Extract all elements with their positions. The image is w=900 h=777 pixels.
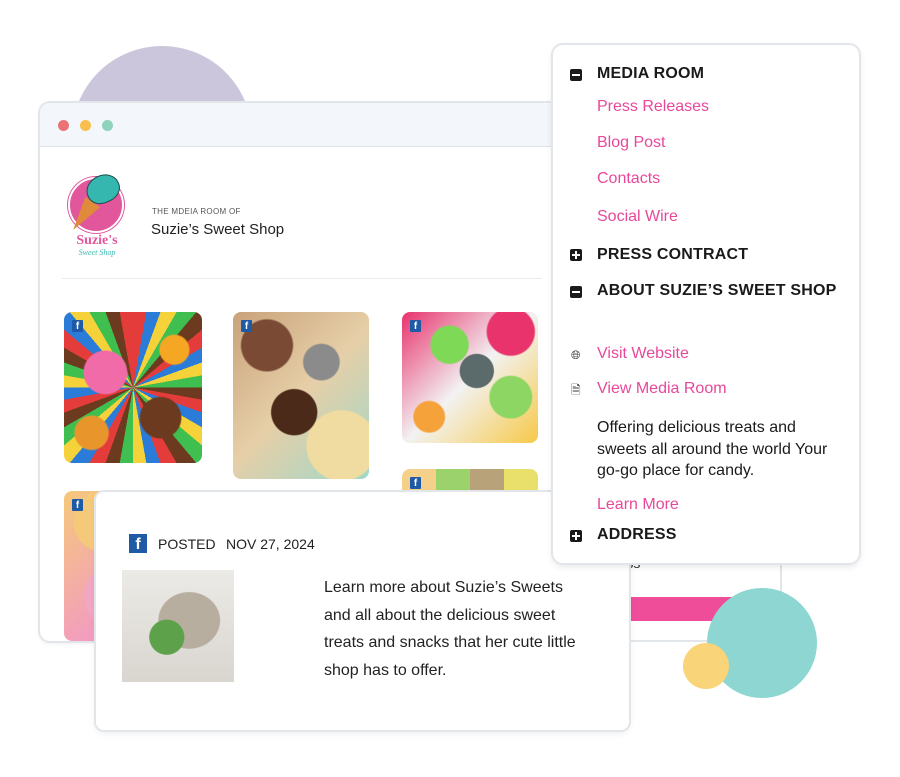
facebook-icon: f <box>129 534 147 553</box>
side-menu: MEDIA ROOM Press Releases Blog Post Cont… <box>553 45 859 563</box>
expand-icon[interactable] <box>570 530 582 542</box>
post-text: Learn more about Suzie’s Sweets and all … <box>324 579 576 679</box>
menu-link-learn-more[interactable]: Learn More <box>597 496 679 514</box>
facebook-icon: f <box>410 320 421 332</box>
menu-link-press-releases[interactable]: Press Releases <box>597 98 709 116</box>
post-tile-gummies[interactable]: f <box>402 312 538 443</box>
facebook-icon: f <box>241 320 252 332</box>
post-date: NOV 27, 2024 <box>226 536 315 552</box>
facebook-icon: f <box>410 477 421 489</box>
posted-label: POSTED <box>158 536 216 552</box>
decorative-yellow-circle <box>683 643 729 689</box>
shop-name: Suzie’s Sweet Shop <box>151 221 285 238</box>
post-tile-cookies[interactable]: f <box>233 312 369 479</box>
menu-link-visit-website[interactable]: Visit Website <box>597 345 689 363</box>
post-tile-candy-mix[interactable]: f <box>64 312 202 463</box>
window-maximize-dot[interactable] <box>102 120 113 131</box>
expand-icon[interactable] <box>570 249 582 261</box>
document-icon: 🗎︎ <box>571 383 581 397</box>
facebook-icon: f <box>72 499 83 511</box>
browser-titlebar <box>40 103 560 147</box>
decorative-teal-circle <box>707 588 817 698</box>
menu-link-contacts[interactable]: Contacts <box>597 170 660 188</box>
globe-icon: 🌐︎ <box>571 348 581 362</box>
media-room-header: Suzie's Sweet Shop THE MDEIA ROOM OF Suz… <box>62 169 542 279</box>
section-about[interactable]: ABOUT SUZIE’S SWEET SHOP <box>597 282 837 300</box>
section-press-contract[interactable]: PRESS CONTRACT <box>597 246 748 264</box>
about-description: Offering delicious treats and sweets all… <box>597 419 828 479</box>
window-minimize-dot[interactable] <box>80 120 91 131</box>
logo-subtext: Sweet Shop <box>78 248 116 257</box>
shop-logo: Suzie's Sweet Shop <box>65 169 126 257</box>
logo-text: Suzie's <box>76 233 118 248</box>
collapse-icon[interactable] <box>570 69 582 81</box>
menu-link-view-media-room[interactable]: View Media Room <box>597 380 727 398</box>
facebook-icon: f <box>72 320 83 332</box>
menu-link-blog-post[interactable]: Blog Post <box>597 134 665 152</box>
header-eyebrow: THE MDEIA ROOM OF <box>152 207 241 216</box>
post-image-cake[interactable] <box>122 570 234 682</box>
section-address[interactable]: ADDRESS <box>597 526 677 544</box>
menu-link-social-wire[interactable]: Social Wire <box>597 208 678 226</box>
post-card: f POSTED NOV 27, 2024 Learn more about S… <box>96 492 629 730</box>
window-close-dot[interactable] <box>58 120 69 131</box>
collapse-icon[interactable] <box>570 286 582 298</box>
section-media-room[interactable]: MEDIA ROOM <box>597 65 704 83</box>
